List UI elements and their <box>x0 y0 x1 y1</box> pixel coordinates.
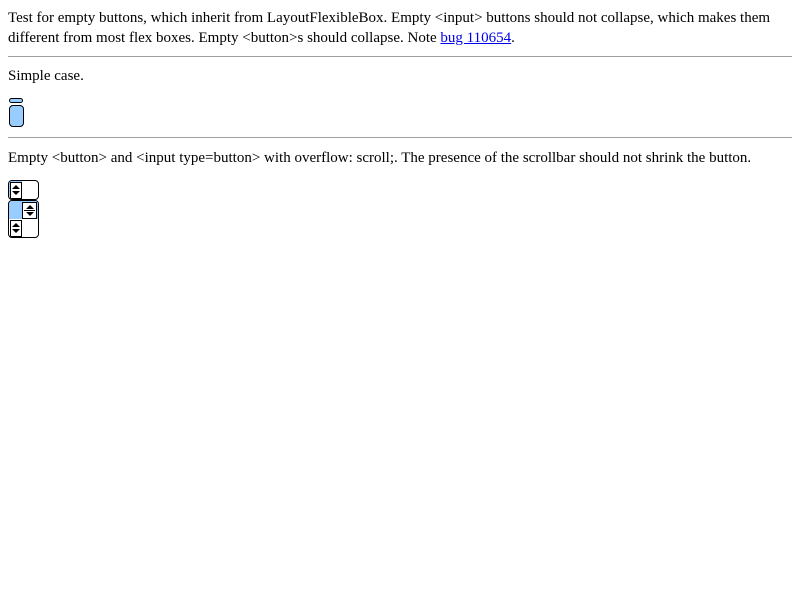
separator-2 <box>8 137 792 138</box>
scrollbar-divider <box>24 210 35 211</box>
vertical-scrollbar[interactable] <box>10 182 22 199</box>
input-button-overflow-scroll[interactable] <box>8 200 39 238</box>
empty-input-button[interactable] <box>9 98 23 103</box>
scroll-down-arrow-icon[interactable] <box>12 191 20 195</box>
empty-button[interactable] <box>9 105 24 127</box>
separator-1 <box>8 56 792 57</box>
bug-link[interactable]: bug 110654 <box>440 30 511 46</box>
scroll-up-arrow-icon[interactable] <box>26 205 34 209</box>
vertical-scrollbar-inner[interactable] <box>22 202 37 219</box>
intro-period: . <box>511 30 515 46</box>
scroll-up-arrow-icon[interactable] <box>12 223 20 227</box>
scroll-down-arrow-icon[interactable] <box>12 229 20 233</box>
scroll-down-arrow-icon[interactable] <box>26 212 34 216</box>
intro-paragraph: Test for empty buttons, which inherit fr… <box>8 8 792 48</box>
intro-text: Test for empty buttons, which inherit fr… <box>8 10 771 46</box>
empty-button-overflow-scroll[interactable] <box>8 180 39 200</box>
scroll-up-arrow-icon[interactable] <box>12 185 20 189</box>
vertical-scrollbar[interactable] <box>10 220 22 237</box>
simple-case-label: Simple case. <box>8 68 84 84</box>
scroll-case-label: Empty <button> and <input type=button> w… <box>8 150 752 166</box>
